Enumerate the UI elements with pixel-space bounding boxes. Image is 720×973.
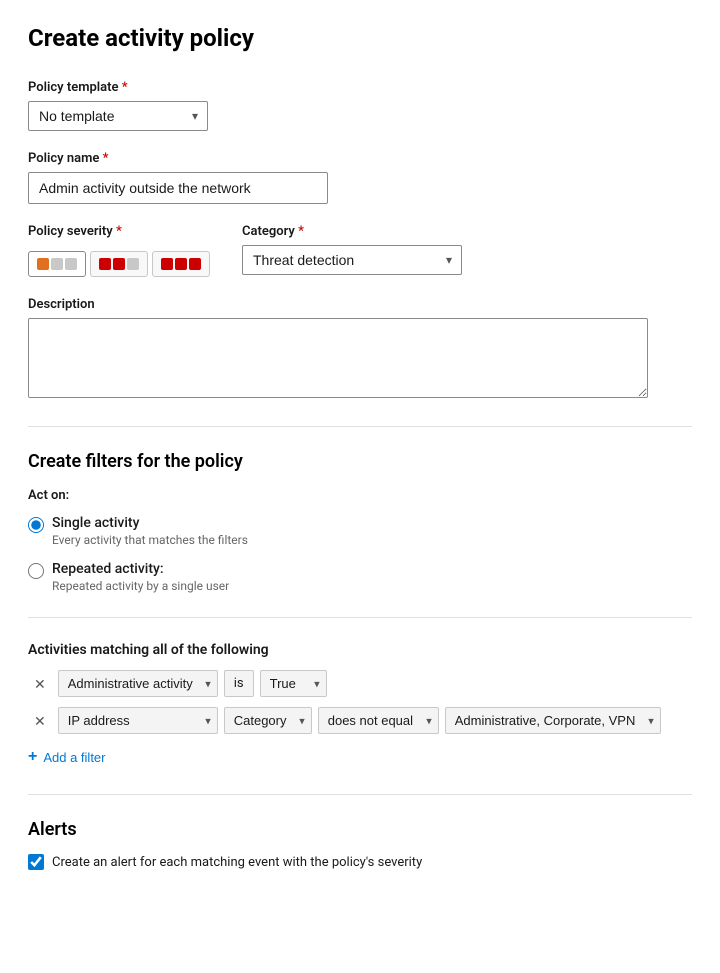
repeated-activity-radio[interactable] [28,563,44,579]
single-activity-title: Single activity [52,515,248,531]
severity-category-row: Policy severity * [28,224,692,277]
policy-severity-label: Policy severity * [28,224,210,239]
severity-high-dot-1 [161,258,173,270]
category-group: Category * Threat detection Compliance D… [242,224,462,275]
single-activity-radio[interactable] [28,517,44,533]
add-filter-button[interactable]: + Add a filter [28,744,106,770]
add-filter-label: Add a filter [43,750,105,765]
filter-1-operator: is [224,670,254,697]
single-activity-desc: Every activity that matches the filters [52,533,248,547]
filter-1-value-wrapper: True False [260,670,327,697]
policy-name-group: Policy name * [28,151,692,204]
alerts-title: Alerts [28,819,692,840]
severity-medium-dot-3 [127,258,139,270]
filter-1-field-select[interactable]: Administrative activity IP address User [58,670,218,697]
policy-name-input[interactable] [28,172,328,204]
filter-2-field-wrapper: IP address Administrative activity User [58,707,218,734]
act-on-label: Act on: [28,488,692,503]
filters-section-title: Create filters for the policy [28,451,692,472]
severity-medium-dot-2 [113,258,125,270]
severity-high-button[interactable] [152,251,210,277]
severity-medium-dot-1 [99,258,111,270]
severity-low-button[interactable] [28,251,86,277]
filter-2-operator-select[interactable]: does not equal equals contains [318,707,439,734]
severity-low-dot-3 [65,258,77,270]
policy-template-group: Policy template * No template Template 1… [28,80,692,131]
repeated-activity-desc: Repeated activity by a single user [52,579,229,593]
description-textarea[interactable] [28,318,648,398]
description-label: Description [28,297,692,312]
policy-name-label: Policy name * [28,151,692,166]
filter-row-2: ✕ IP address Administrative activity Use… [28,707,692,734]
filter-2-subfield-select[interactable]: Category Address Tag [224,707,312,734]
severity-medium-button[interactable] [90,251,148,277]
filter-1-value-select[interactable]: True False [260,670,327,697]
filter-2-operator-wrapper: does not equal equals contains [318,707,439,734]
filter-2-remove-button[interactable]: ✕ [28,710,52,732]
create-alert-checkbox[interactable] [28,854,44,870]
repeated-activity-title: Repeated activity: [52,561,229,577]
severity-buttons [28,251,210,277]
matching-label: Activities matching all of the following [28,642,692,658]
severity-high-dot-3 [189,258,201,270]
filter-2-field-select[interactable]: IP address Administrative activity User [58,707,218,734]
policy-template-label: Policy template * [28,80,692,95]
filter-2-value-select[interactable]: Administrative, Corporate, VPN Corporate… [445,707,661,734]
add-filter-plus-icon: + [28,748,37,766]
policy-template-select-wrapper: No template Template 1 Template 2 [28,101,208,131]
filter-2-subfield-wrapper: Category Address Tag [224,707,312,734]
page-title: Create activity policy [28,24,692,52]
repeated-activity-option: Repeated activity: Repeated activity by … [28,561,692,593]
category-select-wrapper: Threat detection Compliance Data loss pr… [242,245,462,275]
severity-high-dot-2 [175,258,187,270]
filter-2-value-wrapper: Administrative, Corporate, VPN Corporate… [445,707,661,734]
single-activity-option: Single activity Every activity that matc… [28,515,692,547]
severity-low-dot-1 [37,258,49,270]
section-divider-2 [28,617,692,618]
filters-section: Create filters for the policy Act on: Si… [28,451,692,770]
category-label: Category * [242,224,462,239]
policy-template-select[interactable]: No template Template 1 Template 2 [28,101,208,131]
alerts-section: Alerts Create an alert for each matching… [28,819,692,870]
section-divider-1 [28,426,692,427]
description-group: Description [28,297,692,402]
filter-1-remove-button[interactable]: ✕ [28,673,52,695]
create-alert-label: Create an alert for each matching event … [52,855,422,870]
filter-row-1: ✕ Administrative activity IP address Use… [28,670,692,697]
filter-1-field-wrapper: Administrative activity IP address User [58,670,218,697]
create-alert-row: Create an alert for each matching event … [28,854,692,870]
policy-severity-group: Policy severity * [28,224,210,277]
severity-low-dot-2 [51,258,63,270]
section-divider-3 [28,794,692,795]
category-select[interactable]: Threat detection Compliance Data loss pr… [242,245,462,275]
